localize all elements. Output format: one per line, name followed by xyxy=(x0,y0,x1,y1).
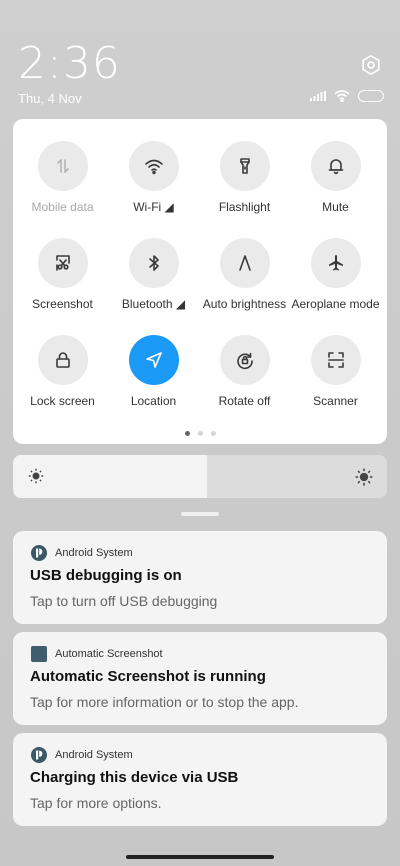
notification-app-name: Android System xyxy=(55,749,133,761)
notification-card[interactable]: Android System Charging this device via … xyxy=(13,733,387,826)
notification-card[interactable]: Automatic Screenshot Automatic Screensho… xyxy=(13,632,387,725)
notification-app-name: Automatic Screenshot xyxy=(55,648,163,660)
brightness-high-icon xyxy=(355,468,373,486)
home-indicator[interactable] xyxy=(126,855,274,859)
bluetooth-icon xyxy=(148,255,159,271)
tile-airplane[interactable]: Aeroplane mode xyxy=(290,238,381,335)
notification-app-row: Automatic Screenshot xyxy=(31,646,163,662)
app-square-icon xyxy=(31,646,47,662)
brightness-slider[interactable] xyxy=(13,455,387,498)
tile-bluetooth[interactable]: Bluetooth ◢ xyxy=(108,238,199,335)
drag-handle[interactable] xyxy=(181,512,219,516)
tile-button[interactable] xyxy=(310,238,361,288)
tile-bell[interactable]: Mute xyxy=(290,141,381,238)
tile-label: Scanner xyxy=(313,394,358,408)
tile-lock[interactable]: Lock screen xyxy=(17,335,108,432)
tile-label: Location xyxy=(130,394,177,408)
mobile-data-icon xyxy=(56,159,69,173)
notification-body: Tap for more information or to stop the … xyxy=(30,694,299,710)
page-dot xyxy=(210,431,216,436)
android-system-icon xyxy=(31,747,47,763)
notification-title: Automatic Screenshot is running xyxy=(30,668,266,685)
tile-button[interactable] xyxy=(128,335,179,385)
date: Thu, 4 Nov xyxy=(18,91,82,106)
tile-label: Screenshot xyxy=(32,297,93,311)
android-system-icon xyxy=(31,545,47,561)
tile-label: Flashlight xyxy=(218,200,271,214)
page-dot xyxy=(184,431,190,436)
notification-app-name: Android System xyxy=(55,547,133,559)
tile-label: Rotate off xyxy=(218,394,271,408)
bell-icon xyxy=(328,159,343,175)
tile-rotate-lock[interactable]: Rotate off xyxy=(199,335,290,432)
page-dot xyxy=(197,431,203,436)
tile-label: Lock screen xyxy=(30,394,95,408)
notification-app-row: Android System xyxy=(31,545,133,561)
tile-auto-brightness[interactable]: Auto brightness xyxy=(199,238,290,335)
tile-label: Wi-Fi ◢ xyxy=(133,200,174,214)
settings-gear-icon[interactable] xyxy=(360,54,382,76)
clock: 2:36 xyxy=(18,38,121,89)
lock-icon xyxy=(55,352,70,368)
tile-button[interactable] xyxy=(128,141,179,191)
tile-label: Auto brightness xyxy=(202,297,287,311)
notification-title: Charging this device via USB xyxy=(30,769,239,786)
tile-button[interactable] xyxy=(219,238,270,288)
tile-button[interactable] xyxy=(219,141,270,191)
tile-flashlight[interactable]: Flashlight xyxy=(199,141,290,238)
battery-icon xyxy=(358,90,384,102)
wifi-icon xyxy=(144,159,163,175)
screenshot-icon xyxy=(55,255,70,271)
airplane-icon xyxy=(328,255,343,271)
signal-icon xyxy=(310,91,326,101)
wifi-icon xyxy=(334,90,350,102)
tile-button[interactable] xyxy=(37,238,88,288)
flashlight-icon xyxy=(239,158,250,174)
quick-settings-grid: Mobile data Wi-Fi ◢ Flashlight Mute Screensh… xyxy=(13,141,391,432)
scanner-icon xyxy=(327,352,344,368)
tile-button[interactable] xyxy=(310,141,361,191)
location-icon xyxy=(145,352,162,368)
tile-mobile-data[interactable]: Mobile data xyxy=(17,141,108,238)
notification-app-row: Android System xyxy=(31,747,133,763)
rotate-lock-icon xyxy=(236,352,253,370)
brightness-low-icon xyxy=(28,468,44,484)
tile-wifi[interactable]: Wi-Fi ◢ xyxy=(108,141,199,238)
tile-button[interactable] xyxy=(310,335,361,385)
tile-label: Aeroplane mode xyxy=(291,297,380,311)
tile-screenshot[interactable]: Screenshot xyxy=(17,238,108,335)
auto-brightness-icon xyxy=(238,255,251,271)
status-icons xyxy=(310,90,384,102)
page-indicator xyxy=(13,431,387,436)
tile-location[interactable]: Location xyxy=(108,335,199,432)
tile-button[interactable] xyxy=(128,238,179,288)
tile-button[interactable] xyxy=(37,141,88,191)
tile-label: Bluetooth ◢ xyxy=(121,297,186,311)
tile-button[interactable] xyxy=(37,335,88,385)
notification-title: USB debugging is on xyxy=(30,567,182,584)
notification-body: Tap for more options. xyxy=(30,795,162,811)
notification-body: Tap to turn off USB debugging xyxy=(30,593,218,609)
tile-button[interactable] xyxy=(219,335,270,385)
tile-label: Mute xyxy=(322,200,349,214)
tile-scanner[interactable]: Scanner xyxy=(290,335,381,432)
quick-settings-panel: Mobile data Wi-Fi ◢ Flashlight Mute Screensh… xyxy=(13,119,387,444)
notification-card[interactable]: Android System USB debugging is on Tap t… xyxy=(13,531,387,624)
tile-label: Mobile data xyxy=(31,200,94,214)
